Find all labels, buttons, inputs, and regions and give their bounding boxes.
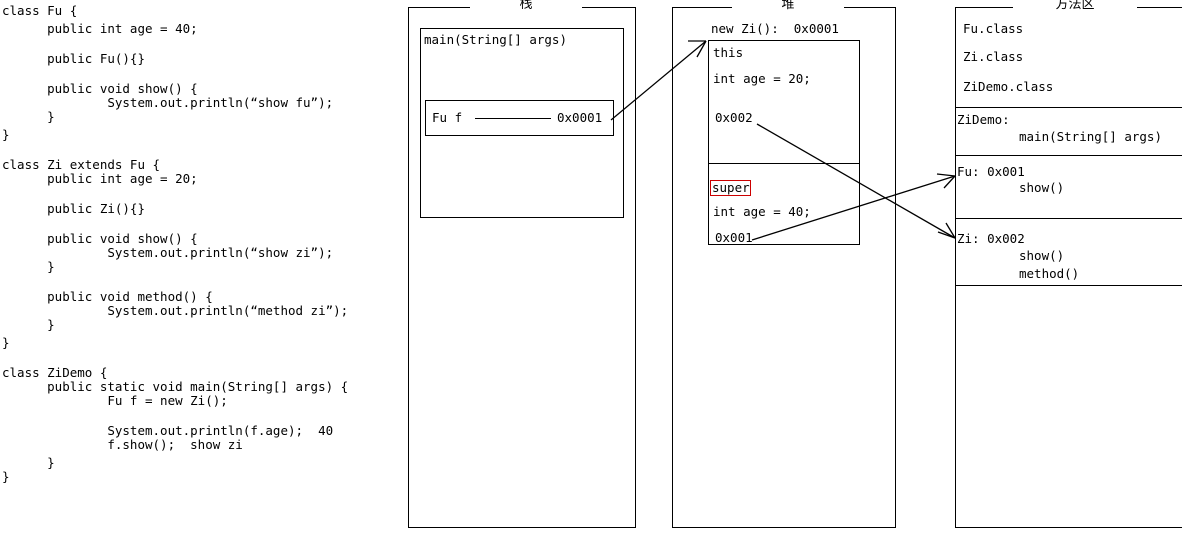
code-line: public void show() { [2, 81, 198, 96]
method-area-zidemo-member: main(String[] args) [1019, 129, 1162, 144]
code-line: } [2, 109, 55, 124]
method-area-class-entry: Zi.class [963, 49, 1024, 64]
heap-super-label: super [712, 180, 750, 195]
code-line: public int age = 20; [2, 171, 198, 186]
heap-this-label: this [713, 45, 744, 60]
stack-frame-label: main(String[] args) [424, 32, 567, 47]
code-line: f.show(); show zi [2, 437, 243, 452]
heap-zi-field: int age = 20; [713, 71, 811, 86]
heap-object-label: new Zi(): 0x0001 [711, 21, 839, 36]
code-line: } [2, 469, 10, 484]
method-area-zi-header: Zi: 0x002 [957, 231, 1025, 246]
method-area-panel-title: 方法区 [1013, 0, 1137, 12]
stack-variable-name: Fu f [432, 110, 463, 125]
code-line: public void show() { [2, 231, 198, 246]
method-area-zi-member: show() [1019, 248, 1065, 263]
code-line: System.out.println(“show zi”); [2, 245, 334, 260]
stack-variable-value: 0x0001 [557, 110, 603, 125]
method-area-class-entry: ZiDemo.class [963, 79, 1054, 94]
code-line: } [2, 127, 10, 142]
code-line: class ZiDemo { [2, 365, 108, 380]
code-line: } [2, 317, 55, 332]
heap-panel-title: 堆 [732, 0, 844, 12]
method-area-divider [956, 285, 1182, 286]
code-line: } [2, 259, 55, 274]
method-area-class-entry: Fu.class [963, 21, 1024, 36]
stack-variable-connector [475, 118, 551, 119]
heap-object-divider [708, 163, 860, 164]
code-line: class Zi extends Fu { [2, 157, 161, 172]
method-area-zidemo-header: ZiDemo: [957, 112, 1010, 127]
code-line: public Fu(){} [2, 51, 145, 66]
code-line: public int age = 40; [2, 21, 198, 36]
code-line: System.out.println(“show fu”); [2, 95, 334, 110]
code-line: System.out.println(f.age); 40 [2, 423, 334, 438]
code-line: class Fu { [2, 3, 78, 18]
code-line: public void method() { [2, 289, 213, 304]
method-area-fu-header: Fu: 0x001 [957, 164, 1025, 179]
method-area-divider [956, 107, 1182, 108]
method-area-divider [956, 155, 1182, 156]
method-area-zi-member: method() [1019, 266, 1080, 281]
code-line: public static void main(String[] args) { [2, 379, 349, 394]
code-line: System.out.println(“method zi”); [2, 303, 349, 318]
code-line: } [2, 455, 55, 470]
source-code-panel: class Fu { public int age = 40; public F… [0, 0, 400, 536]
heap-zi-method-ref: 0x002 [715, 110, 753, 125]
heap-fu-field: int age = 40; [713, 204, 811, 219]
heap-fu-method-ref: 0x001 [715, 230, 753, 245]
code-line: Fu f = new Zi(); [2, 393, 228, 408]
code-line: } [2, 335, 10, 350]
method-area-divider [956, 218, 1182, 219]
method-area-fu-member: show() [1019, 180, 1065, 195]
code-line: public Zi(){} [2, 201, 145, 216]
stack-panel-title: 栈 [470, 0, 582, 12]
